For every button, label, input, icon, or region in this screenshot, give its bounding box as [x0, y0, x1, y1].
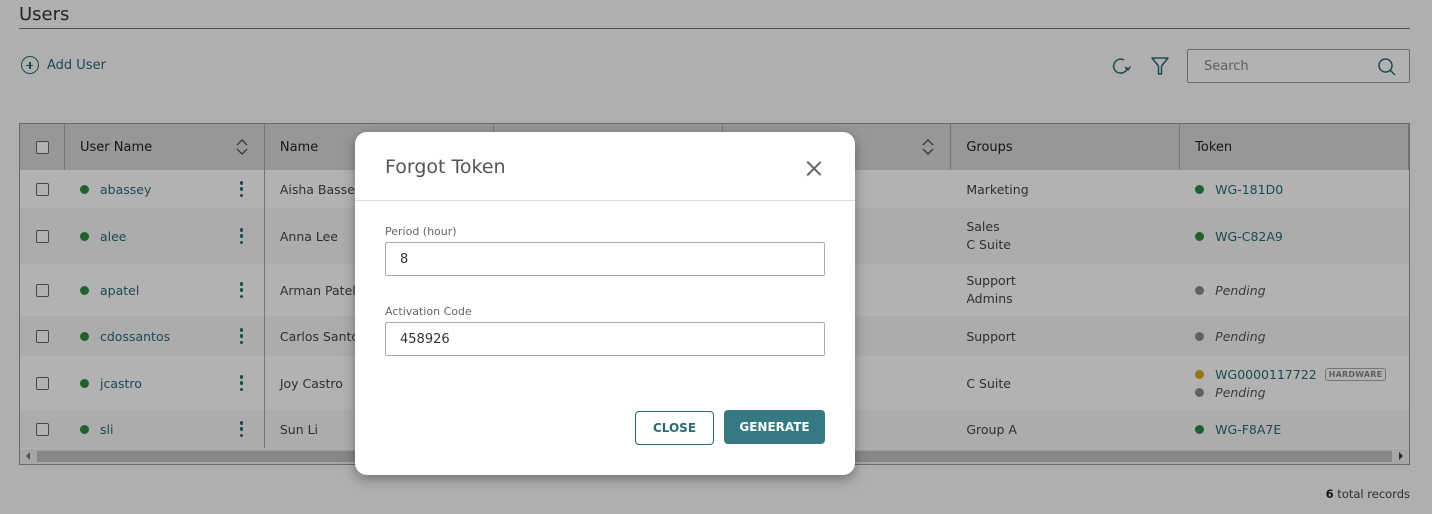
- close-button[interactable]: CLOSE: [635, 411, 714, 445]
- period-input[interactable]: [385, 242, 825, 276]
- dialog-title: Forgot Token: [385, 156, 506, 178]
- close-icon[interactable]: [807, 161, 821, 175]
- period-label: Period (hour): [385, 225, 457, 238]
- activation-code-input[interactable]: [385, 322, 825, 356]
- dialog-header: Forgot Token: [355, 132, 855, 201]
- forgot-token-dialog: Forgot Token Period (hour) Activation Co…: [355, 132, 855, 475]
- generate-button[interactable]: GENERATE: [724, 410, 825, 444]
- activation-code-label: Activation Code: [385, 305, 472, 318]
